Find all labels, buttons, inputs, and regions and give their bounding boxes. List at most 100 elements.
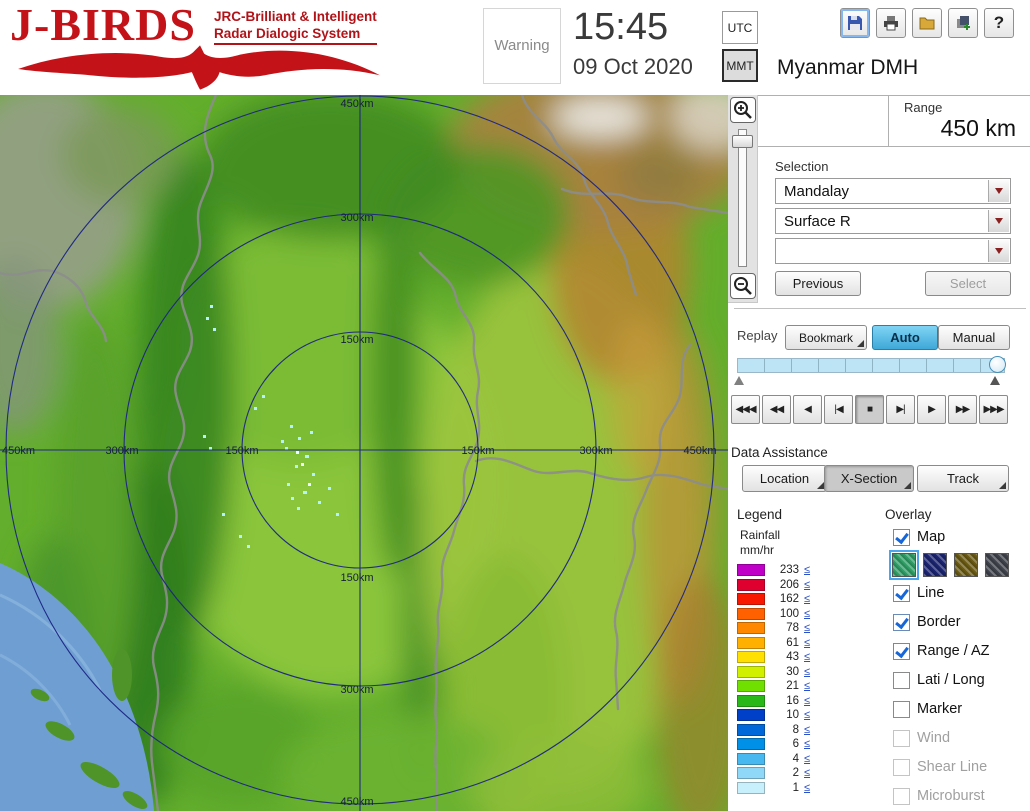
clock-date: 09 Oct 2020 — [573, 54, 693, 80]
legend-lte-link[interactable]: ≤ — [804, 782, 810, 794]
legend-lte-link[interactable]: ≤ — [804, 666, 810, 678]
legend-color-swatch — [737, 709, 765, 721]
overlay-item-range-az[interactable]: Range / AZ — [893, 641, 990, 661]
option-dropdown[interactable] — [775, 238, 1011, 264]
legend-value: 100 — [767, 608, 799, 620]
save-button[interactable] — [840, 8, 870, 38]
site-dropdown[interactable]: Mandalay — [775, 178, 1011, 204]
overlay-item-marker[interactable]: Marker — [893, 699, 962, 719]
legend-color-swatch — [737, 695, 765, 707]
marker-checkbox[interactable] — [893, 701, 910, 718]
radar-map-display[interactable]: 450km 300km 150km 150km 300km 450km 450k… — [0, 95, 728, 811]
select-button[interactable]: Select — [925, 271, 1011, 296]
legend-row: 162 ≤ — [737, 592, 810, 607]
auto-button[interactable]: Auto — [872, 325, 938, 350]
bookmark-button[interactable]: Bookmark — [785, 325, 867, 350]
legend-lte-link[interactable]: ≤ — [804, 680, 810, 692]
legend-lte-link[interactable]: ≤ — [804, 651, 810, 663]
save-icon — [846, 14, 864, 32]
chevron-down-icon — [995, 248, 1003, 254]
overlay-item-label: Line — [917, 585, 944, 601]
overlay-item-shear-line: Shear Line — [893, 757, 987, 777]
legend-value: 162 — [767, 593, 799, 605]
legend-color-swatch — [737, 593, 765, 605]
timeline-position-marker-icon — [990, 376, 1000, 385]
corner-triangle-icon — [857, 340, 864, 347]
open-folder-button[interactable] — [912, 8, 942, 38]
control-panel: Range 450 km Selection Mandalay Surface … — [728, 95, 1030, 811]
replay-timeline-thumb[interactable] — [989, 356, 1006, 373]
help-button[interactable]: ? — [984, 8, 1014, 38]
legend-lte-link[interactable]: ≤ — [804, 564, 810, 576]
legend-row: 4≤ — [737, 752, 810, 767]
legend-value: 6 — [767, 738, 799, 750]
playback-stop-button[interactable]: ■ — [855, 395, 884, 424]
warning-label: Warning — [494, 37, 549, 54]
playback-fast-rewind-button[interactable]: ◀◀ — [762, 395, 791, 424]
legend-lte-link[interactable]: ≤ — [804, 579, 810, 591]
playback-step-forward-button[interactable]: ▶| — [886, 395, 915, 424]
replay-timeline-track[interactable] — [737, 358, 1005, 373]
legend-lte-link[interactable]: ≤ — [804, 622, 810, 634]
map-checkbox[interactable] — [893, 529, 910, 546]
location-label: Location — [760, 471, 809, 486]
product-dropdown-button[interactable] — [988, 210, 1009, 232]
site-dropdown-button[interactable] — [988, 180, 1009, 202]
legend-lte-link[interactable]: ≤ — [804, 695, 810, 707]
print-button[interactable] — [876, 8, 906, 38]
legend-value: 61 — [767, 637, 799, 649]
logo-tagline-1: JRC-Brilliant & Intelligent — [214, 8, 377, 25]
playback-play-button[interactable]: ▶ — [917, 395, 946, 424]
zoom-slider-track[interactable] — [738, 129, 747, 267]
separator — [734, 308, 1026, 309]
map-style-gray-swatch[interactable] — [985, 553, 1009, 577]
zoom-in-button[interactable] — [730, 97, 756, 123]
overlay-item-map[interactable]: Map — [893, 527, 945, 547]
location-button[interactable]: Location — [742, 465, 827, 492]
lati-long-checkbox[interactable] — [893, 672, 910, 689]
map-style-terrain-swatch[interactable] — [892, 553, 916, 577]
playback-step-back-button[interactable]: |◀ — [824, 395, 853, 424]
track-button[interactable]: Track — [917, 465, 1009, 492]
option-dropdown-button[interactable] — [988, 240, 1009, 262]
mmt-button[interactable]: MMT — [722, 49, 758, 82]
corner-triangle-icon — [999, 482, 1006, 489]
zoom-slider-thumb[interactable] — [732, 135, 753, 148]
overlay-item-line[interactable]: Line — [893, 583, 944, 603]
border-checkbox[interactable] — [893, 614, 910, 631]
legend-lte-link[interactable]: ≤ — [804, 608, 810, 620]
playback-reverse-button[interactable]: ◀ — [793, 395, 822, 424]
legend-row: 61 ≤ — [737, 636, 810, 651]
product-dropdown[interactable]: Surface R — [775, 208, 1011, 234]
legend-lte-link[interactable]: ≤ — [804, 593, 810, 605]
map-style-navy-swatch[interactable] — [923, 553, 947, 577]
playback-fast-forward-button[interactable]: ▶▶ — [948, 395, 977, 424]
wind-checkbox — [893, 730, 910, 747]
manual-button[interactable]: Manual — [938, 325, 1010, 350]
legend-lte-link[interactable]: ≤ — [804, 637, 810, 649]
ring-label: 300km — [340, 684, 373, 696]
legend-lte-link[interactable]: ≤ — [804, 724, 810, 736]
warning-button[interactable]: Warning — [483, 8, 561, 84]
playback-skip-start-button[interactable]: ◀◀◀ — [731, 395, 760, 424]
legend-color-swatch — [737, 666, 765, 678]
legend-lte-link[interactable]: ≤ — [804, 709, 810, 721]
previous-button[interactable]: Previous — [775, 271, 861, 296]
x-section-button[interactable]: X-Section — [824, 465, 914, 492]
ring-label: 450km — [2, 445, 35, 457]
import-button[interactable] — [948, 8, 978, 38]
ring-label: 150km — [461, 445, 494, 457]
legend-lte-link[interactable]: ≤ — [804, 767, 810, 779]
site-dropdown-value: Mandalay — [784, 183, 849, 200]
map-style-olive-swatch[interactable] — [954, 553, 978, 577]
line-checkbox[interactable] — [893, 585, 910, 602]
playback-skip-end-button[interactable]: ▶▶▶ — [979, 395, 1008, 424]
utc-button[interactable]: UTC — [722, 11, 758, 44]
overlay-item-lati-long[interactable]: Lati / Long — [893, 670, 985, 690]
zoom-out-button[interactable] — [730, 273, 756, 299]
legend-lte-link[interactable]: ≤ — [804, 738, 810, 750]
legend-value: 4 — [767, 753, 799, 765]
legend-lte-link[interactable]: ≤ — [804, 753, 810, 765]
overlay-item-border[interactable]: Border — [893, 612, 961, 632]
range-az-checkbox[interactable] — [893, 643, 910, 660]
